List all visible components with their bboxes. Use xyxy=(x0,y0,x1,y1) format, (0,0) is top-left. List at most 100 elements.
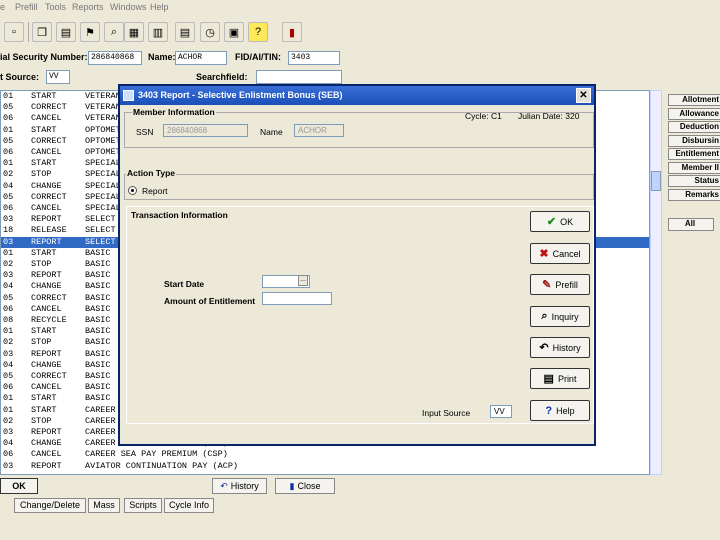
input-source-dialog-field[interactable]: VV xyxy=(490,405,512,418)
toolbar: ▫ ❐ ▤ ⚑ ⌕ ▦ ▥ ▤ ◷ ▣ ? ▮ xyxy=(0,18,720,46)
cycle-text: Cycle: C1 xyxy=(465,111,502,121)
find-icon[interactable]: ⌕ xyxy=(104,22,124,42)
right-panel-status[interactable]: Status xyxy=(668,175,720,187)
dialog-prefill-button[interactable]: ✎ Prefill xyxy=(530,274,590,295)
menu-help[interactable]: Help xyxy=(150,2,169,12)
right-panel-entitlement[interactable]: Entitlement xyxy=(668,148,720,160)
history-button[interactable]: ↶ History xyxy=(212,478,267,494)
tab-mass[interactable]: Mass xyxy=(88,498,120,513)
searchfield-input[interactable] xyxy=(256,70,342,84)
row-cell-c1: 06 xyxy=(3,303,14,314)
row-cell-c2: CANCEL xyxy=(31,449,62,460)
row-cell-c2: CORRECT xyxy=(31,191,67,202)
dialog-print-button[interactable]: ▤ Print xyxy=(530,368,590,389)
row-cell-c3: BASIC xyxy=(85,292,111,303)
row-cell-c1: 01 xyxy=(3,404,14,415)
row-cell-c2: START xyxy=(31,326,57,337)
tab-change-delete[interactable]: Change/Delete xyxy=(14,498,86,513)
right-panel-deduction[interactable]: Deduction xyxy=(668,121,720,133)
copy-icon[interactable]: ❐ xyxy=(32,22,52,42)
tab-scripts[interactable]: Scripts xyxy=(124,498,162,513)
right-panel-allowance[interactable]: Allowance xyxy=(668,107,720,120)
menu-windows[interactable]: Windows xyxy=(110,2,147,12)
close-icon[interactable]: ✕ xyxy=(576,88,591,103)
ssn-label: ial Security Number: xyxy=(0,52,88,62)
row-cell-c2: CANCEL xyxy=(31,203,62,213)
right-panel-all[interactable]: All xyxy=(668,218,714,231)
fid-field[interactable]: 3403 xyxy=(288,51,340,65)
action-type-title: Action Type xyxy=(126,168,177,178)
tool-icon[interactable]: ▣ xyxy=(224,22,244,42)
exit-icon[interactable]: ▮ xyxy=(282,22,302,42)
report-radio[interactable] xyxy=(128,186,137,195)
clock-icon[interactable]: ◷ xyxy=(200,22,220,42)
window-icon xyxy=(123,90,134,101)
history-arrow-icon: ↶ xyxy=(539,342,549,354)
dialog-titlebar[interactable]: 3403 Report - Selective Enlistment Bonus… xyxy=(120,86,594,105)
amount-field[interactable] xyxy=(262,292,332,305)
dialog-inquiry-label: Inquiry xyxy=(551,311,579,322)
searchfield-label: Searchfield: xyxy=(196,72,248,82)
menu-prefill[interactable]: Prefill xyxy=(15,2,38,12)
row-cell-c1: 06 xyxy=(3,147,14,157)
table-row[interactable]: 03 REPORT AVIATOR CONTINUATION PAY (ACP) xyxy=(1,461,649,472)
row-cell-c2: CHANGE xyxy=(31,438,62,449)
close-button[interactable]: ▮ Close xyxy=(275,478,335,494)
menu-edit[interactable]: e xyxy=(0,2,5,12)
row-cell-c1: 06 xyxy=(3,203,14,213)
report-icon[interactable]: ▥ xyxy=(148,22,168,42)
flag-icon[interactable]: ⚑ xyxy=(80,22,100,42)
input-source-field[interactable]: VV xyxy=(46,70,70,84)
right-panel-remarks[interactable]: Remarks xyxy=(668,188,720,201)
list-scrollbar[interactable] xyxy=(650,90,662,475)
row-cell-c2: REPORT xyxy=(31,348,62,359)
row-cell-c3: BASIC xyxy=(85,382,111,393)
table-row[interactable]: 06 CANCEL CAREER SEA PAY PREMIUM (CSP) xyxy=(1,449,649,460)
ok-button[interactable]: OK xyxy=(0,478,38,494)
prefill-icon: ✎ xyxy=(542,279,552,291)
row-cell-c1: 03 xyxy=(3,427,14,437)
ssn-field[interactable]: 286840868 xyxy=(88,51,142,65)
row-cell-c3: BASIC xyxy=(85,259,111,269)
dialog-print-label: Print xyxy=(557,373,577,384)
seb-dialog: 3403 Report - Selective Enlistment Bonus… xyxy=(118,84,596,446)
tab-cycle-info[interactable]: Cycle Info xyxy=(164,498,214,513)
row-cell-c1: 01 xyxy=(3,124,14,135)
row-cell-c2: REPORT xyxy=(31,214,62,225)
paste-icon[interactable]: ▤ xyxy=(56,22,76,42)
row-cell-c2: CANCEL xyxy=(31,113,62,124)
name-label: Name: xyxy=(148,52,176,62)
check-icon: ✔ xyxy=(546,216,557,228)
menu-tools[interactable]: Tools xyxy=(45,2,66,12)
name-field[interactable]: ACHOR xyxy=(175,51,227,65)
row-cell-c3: BASIC xyxy=(85,247,111,258)
row-cell-c3: CAREER xyxy=(85,415,116,426)
calculator-icon[interactable]: ▦ xyxy=(124,22,144,42)
row-cell-c2: RECYCLE xyxy=(31,315,67,325)
right-panel-disbursin[interactable]: Disbursin xyxy=(668,134,720,147)
row-cell-c1: 04 xyxy=(3,281,14,292)
dialog-inquiry-button[interactable]: ⌕ Inquiry xyxy=(530,306,590,327)
dialog-cancel-button[interactable]: ✖ Cancel xyxy=(530,243,590,264)
row-cell-c1: 02 xyxy=(3,415,14,426)
menu-bar: e Prefill Tools Reports Windows Help xyxy=(0,0,720,16)
ssn-dialog-field: 286840868 xyxy=(163,124,248,137)
dialog-ok-button[interactable]: ✔ OK xyxy=(530,211,590,232)
dialog-help-button[interactable]: ? Help xyxy=(530,400,590,421)
row-cell-c3: SPECIAL xyxy=(85,180,121,191)
print-icon[interactable]: ▤ xyxy=(175,22,195,42)
menu-reports[interactable]: Reports xyxy=(72,2,104,12)
date-picker-button[interactable]: ... xyxy=(298,275,308,286)
dialog-history-button[interactable]: ↶ History xyxy=(530,337,590,358)
input-source-dialog-label: Input Source xyxy=(422,408,471,418)
scroll-thumb[interactable] xyxy=(651,171,661,191)
amount-label: Amount of Entitlement xyxy=(164,296,256,306)
row-cell-c1: 01 xyxy=(3,91,14,101)
row-cell-c2: START xyxy=(31,404,57,415)
row-cell-c1: 03 xyxy=(3,270,14,281)
new-icon[interactable]: ▫ xyxy=(4,22,24,42)
right-panel-allotment[interactable]: Allotment xyxy=(668,94,720,106)
row-cell-c3: SELECT xyxy=(85,225,116,236)
right-panel-member-ii[interactable]: Member II xyxy=(668,161,720,174)
help-icon[interactable]: ? xyxy=(248,22,268,42)
